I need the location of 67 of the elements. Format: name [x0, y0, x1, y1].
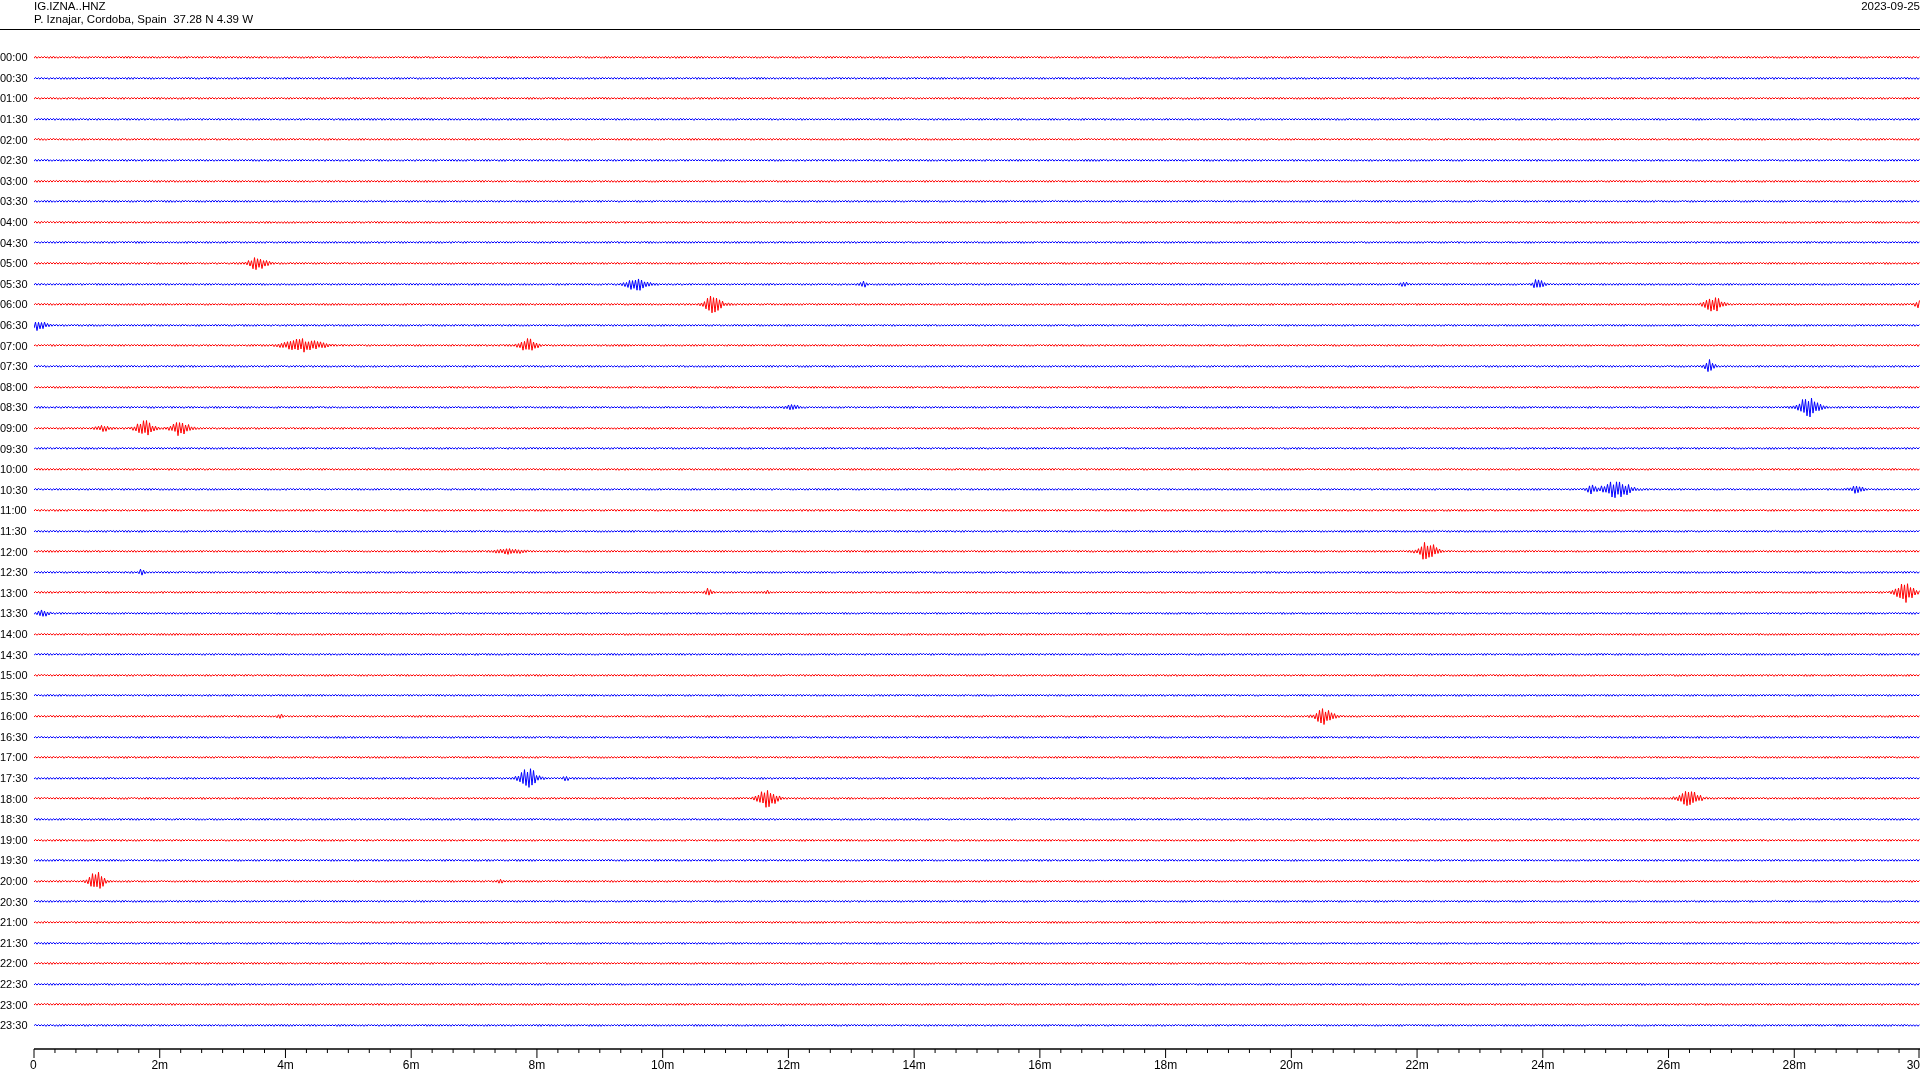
time-label: 04:00	[0, 216, 29, 229]
time-label: 12:00	[0, 545, 29, 558]
time-label: 07:30	[0, 360, 29, 373]
time-label: 23:30	[0, 1019, 29, 1032]
time-label: 01:00	[0, 92, 29, 105]
time-label: 13:30	[0, 607, 29, 620]
axis-label: 0	[30, 1057, 37, 1072]
time-label: 20:00	[0, 875, 29, 888]
axis-label: 10m	[651, 1057, 675, 1072]
time-label: 14:00	[0, 627, 29, 640]
time-label: 19:30	[0, 854, 29, 867]
axis-label: 18m	[1153, 1057, 1178, 1072]
time-label: 07:00	[0, 339, 29, 352]
axis-label: 24m	[1531, 1057, 1555, 1072]
axis-label: 12m	[776, 1057, 801, 1072]
axis-label: 20m	[1279, 1057, 1303, 1072]
axis-label: 16m	[1028, 1057, 1052, 1072]
time-label: 15:30	[0, 689, 29, 702]
station-location: P. Iznajar, Cordoba, Spain 37.28 N 4.39 W	[34, 13, 254, 26]
axis-label: 26m	[1656, 1057, 1681, 1072]
time-label: 22:30	[0, 978, 29, 990]
time-label: 17:30	[0, 772, 29, 785]
time-label: 01:30	[0, 113, 29, 126]
time-label: 11:00	[0, 504, 28, 517]
axis-label: 14m	[902, 1057, 926, 1072]
time-label: 10:00	[0, 463, 29, 476]
time-label: 00:30	[0, 71, 29, 84]
time-label: 08:30	[0, 401, 29, 414]
time-label: 10:30	[0, 483, 29, 496]
time-label: 05:00	[0, 257, 29, 270]
time-label: 04:30	[0, 236, 29, 249]
axis-label: 6m	[402, 1057, 420, 1072]
time-label: 15:00	[0, 669, 29, 682]
time-label: 17:00	[0, 751, 29, 764]
time-label: 18:00	[0, 792, 29, 805]
plot-date: 2023-09-25	[1861, 0, 1920, 13]
time-label: 14:30	[0, 648, 29, 661]
time-label: 16:30	[0, 730, 29, 743]
time-label: 20:30	[0, 895, 29, 908]
time-label: 05:30	[0, 277, 29, 290]
time-label: 18:30	[0, 813, 29, 826]
time-label: 03:30	[0, 195, 29, 208]
time-label: 12:30	[0, 566, 29, 579]
station-code: IG.IZNA..HNZ	[34, 0, 107, 13]
axis-label: 8m	[528, 1057, 546, 1072]
time-label: 13:00	[0, 586, 29, 599]
time-label: 02:30	[0, 154, 29, 167]
time-label: 19:00	[0, 833, 29, 846]
time-label: 11:30	[0, 524, 28, 537]
time-label: 02:00	[0, 133, 29, 146]
axis-label: 28m	[1782, 1057, 1806, 1072]
time-label: 06:30	[0, 319, 29, 331]
time-label: 21:30	[0, 936, 29, 949]
time-label: 16:00	[0, 710, 29, 723]
time-label: 09:00	[0, 422, 29, 434]
axis-label: 22m	[1405, 1057, 1429, 1072]
time-label: 06:00	[0, 298, 29, 311]
time-label: 09:30	[0, 442, 29, 455]
time-label: 21:00	[0, 916, 29, 929]
axis-label: 2m	[151, 1057, 169, 1072]
time-label: 03:00	[0, 174, 29, 187]
time-label: 22:00	[0, 957, 29, 970]
time-label: 08:00	[0, 380, 29, 393]
time-label: 23:00	[0, 998, 29, 1011]
axis-label: 4m	[277, 1057, 294, 1072]
time-label: 00:00	[0, 51, 29, 64]
axis-label: 30	[1906, 1057, 1920, 1072]
